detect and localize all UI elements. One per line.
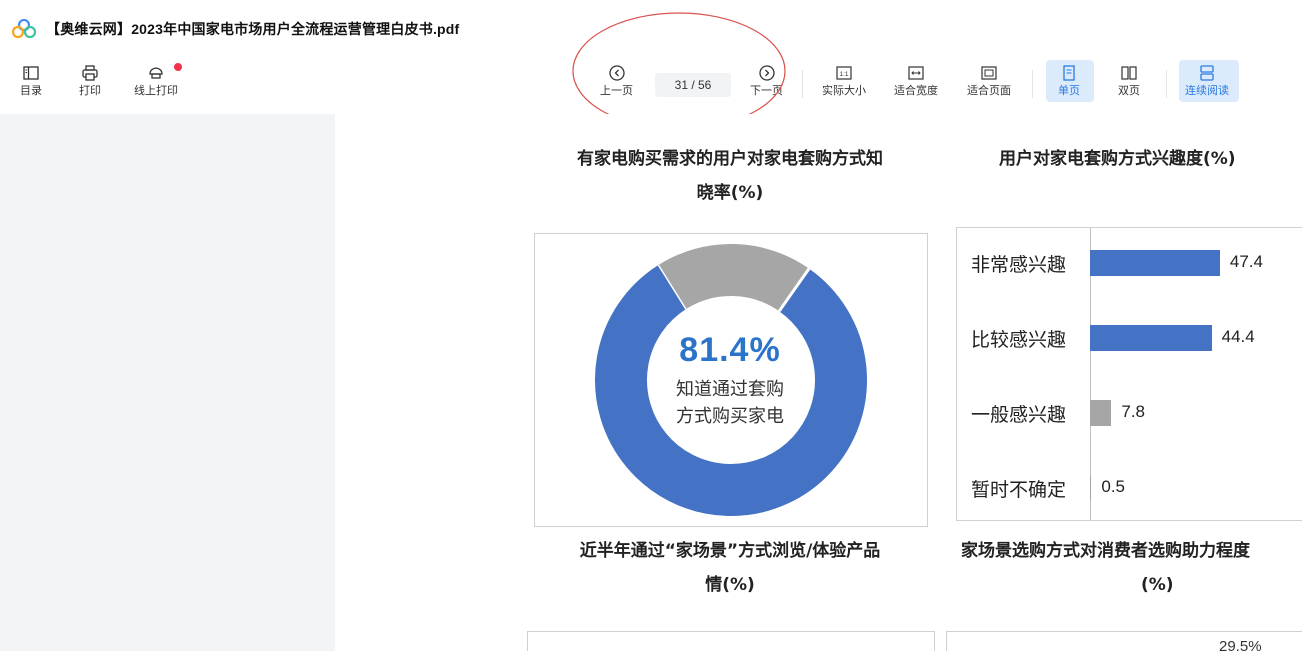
toc-label: 目录 — [20, 85, 42, 97]
online-print-button[interactable]: 线上打印 — [134, 64, 178, 98]
prev-page-button[interactable]: 上一页 — [600, 64, 633, 98]
online-print-label: 线上打印 — [134, 85, 178, 97]
sidebar-panel — [0, 114, 335, 651]
chart2-title: 用户对家电套购方式兴趣度(%) — [999, 149, 1236, 169]
bar-value-label: 44.4 — [1221, 327, 1255, 346]
chart4-title-line2: (%) — [1141, 575, 1174, 595]
document-page[interactable]: 有家电购买需求的用户对家电套购方式知 晓率(%) 81.4% 知道通过套购 方式… — [335, 114, 1302, 651]
chart3-title-line2: 情(%) — [705, 575, 755, 595]
toolbar-divider — [1032, 70, 1033, 98]
bar — [1090, 400, 1112, 426]
donut-center-text-1: 知道通过套购 — [676, 379, 784, 399]
donut-center-value: 81.4% — [679, 331, 781, 369]
bar-category-label: 暂时不确定 — [971, 480, 1067, 501]
prev-page-label: 上一页 — [600, 85, 633, 97]
next-page-button[interactable]: 下一页 — [750, 64, 783, 98]
actual-size-icon-text: 1:1 — [839, 71, 848, 78]
continuous-read-icon — [1200, 65, 1214, 81]
chart3-frame — [527, 631, 935, 651]
bar-category-label: 非常感兴趣 — [971, 255, 1067, 276]
sidebar-icon — [23, 66, 39, 80]
notification-dot — [174, 63, 182, 71]
chart3-title-line1: 近半年通过“家场景”方式浏览/体验产品 — [579, 541, 881, 561]
bar — [1090, 325, 1212, 351]
app-logo-icon — [11, 19, 37, 39]
continuous-read-button[interactable]: 连续阅读 — [1185, 64, 1229, 98]
fit-width-button[interactable]: 适合宽度 — [894, 64, 938, 98]
printer-icon — [82, 65, 98, 81]
print-button[interactable]: 打印 — [79, 64, 101, 98]
donut-slice-1 — [659, 244, 809, 312]
chart4-title: 家场景选购方式对消费者选购助力程度 (%) — [961, 534, 1302, 602]
bar-value-label: 7.8 — [1121, 402, 1145, 421]
chevron-left-circle-icon — [608, 65, 625, 81]
single-page-icon — [1063, 65, 1075, 81]
page-number-input[interactable]: 31 / 56 — [655, 73, 731, 97]
title-bar: 【奥维云网】2023年中国家电市场用户全流程运营管理白皮书.pdf — [0, 0, 1302, 56]
toolbar-divider — [802, 70, 803, 98]
bar-value-label: 47.4 — [1229, 252, 1263, 271]
donut-center: 81.4% 知道通过套购 方式购买家电 — [630, 331, 830, 430]
bar — [1090, 250, 1220, 276]
document-title: 【奥维云网】2023年中国家电市场用户全流程运营管理白皮书.pdf — [46, 21, 460, 37]
chart4-title-line1: 家场景选购方式对消费者选购助力程度 — [961, 541, 1250, 561]
fit-page-button[interactable]: 适合页面 — [967, 64, 1011, 98]
chevron-right-circle-icon — [758, 65, 775, 81]
chart2-frame: 非常感兴趣 47.4 比较感兴趣 44.4 一般感兴趣 7.8 暂时不确定 0.5 — [956, 227, 1302, 521]
single-page-button[interactable]: 单页 — [1058, 64, 1080, 98]
fit-width-label: 适合宽度 — [894, 85, 938, 97]
chart1-frame: 81.4% 知道通过套购 方式购买家电 — [534, 233, 928, 527]
print-label: 打印 — [79, 85, 101, 97]
bar-category-label: 一般感兴趣 — [971, 405, 1067, 426]
continuous-read-label: 连续阅读 — [1185, 85, 1229, 97]
donut-center-text-2: 方式购买家电 — [676, 406, 784, 426]
bar-category-label: 比较感兴趣 — [971, 330, 1067, 351]
cloud-print-icon — [149, 67, 163, 79]
double-page-label: 双页 — [1118, 85, 1140, 97]
chart3-title: 近半年通过“家场景”方式浏览/体验产品 情(%) — [525, 534, 935, 602]
double-page-button[interactable]: 双页 — [1118, 64, 1140, 98]
single-page-label: 单页 — [1058, 85, 1080, 97]
next-page-label: 下一页 — [750, 85, 783, 97]
bar — [1090, 475, 1092, 501]
fit-page-icon — [981, 66, 997, 80]
fit-width-icon — [908, 66, 924, 80]
fit-page-label: 适合页面 — [967, 85, 1011, 97]
double-page-icon — [1121, 66, 1137, 80]
toolbar-divider — [1166, 70, 1167, 98]
toolbar: 目录 打印 线上打印 上一页 下一页 1:1 实际大小 适合宽度 适合页面 单页… — [0, 56, 1302, 114]
chart1-title-line2: 晓率(%) — [696, 183, 764, 203]
actual-size-button[interactable]: 1:1 实际大小 — [822, 64, 866, 98]
chart1-title: 有家电购买需求的用户对家电套购方式知 晓率(%) — [525, 142, 935, 210]
toc-button[interactable]: 目录 — [20, 64, 42, 98]
bar-value-label: 0.5 — [1101, 477, 1125, 496]
chart1-title-line1: 有家电购买需求的用户对家电套购方式知 — [577, 149, 883, 169]
actual-size-label: 实际大小 — [822, 85, 866, 97]
actual-size-icon: 1:1 — [836, 66, 852, 80]
chart4-partial-value: 29.5% — [1219, 638, 1262, 651]
